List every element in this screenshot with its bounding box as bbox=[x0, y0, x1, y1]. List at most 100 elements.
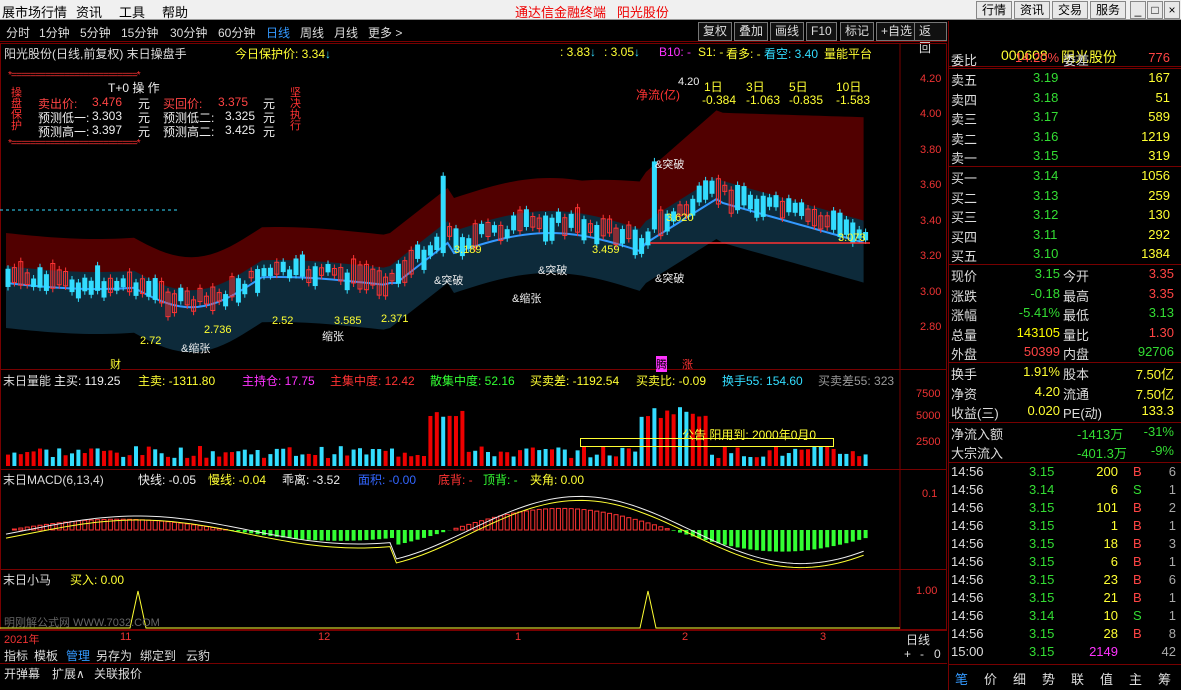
bid-label: 买五 bbox=[951, 249, 978, 264]
trade-button[interactable]: 交易 bbox=[1052, 1, 1088, 19]
candle-body bbox=[287, 269, 293, 279]
tab-related-quote[interactable]: 关联报价 bbox=[94, 665, 142, 682]
tab-indicator[interactable]: 指标 bbox=[4, 647, 28, 664]
stat-label: 最高 bbox=[1063, 288, 1090, 304]
weicha-value: 776 bbox=[1148, 50, 1170, 65]
annotation-cai: 财 bbox=[110, 356, 121, 372]
f10-button[interactable]: F10 bbox=[806, 22, 837, 41]
volume-bar bbox=[722, 446, 727, 466]
menu-market[interactable]: 展市场行情 bbox=[2, 2, 67, 21]
zoom-in-button[interactable]: + bbox=[904, 647, 911, 661]
period-30min[interactable]: 30分钟 bbox=[170, 24, 207, 41]
bid-row[interactable]: 买二 3.13 259 bbox=[949, 187, 1181, 206]
bid-row[interactable]: 买三 3.12 130 bbox=[949, 206, 1181, 225]
volume-bar bbox=[530, 447, 535, 466]
candle-body bbox=[280, 261, 286, 273]
tab-expand[interactable]: 扩展∧ bbox=[52, 665, 85, 682]
stat-value: -0.18 bbox=[1030, 285, 1060, 301]
period-daily[interactable]: 日线 bbox=[266, 24, 290, 41]
menu-bar: 展市场行情 资讯 工具 帮助 通达信金融终端 阳光股份 行情 资讯 交易 服务 … bbox=[0, 0, 1181, 20]
tick-time: 14:56 bbox=[951, 464, 984, 479]
ask-row[interactable]: 卖一 3.15 319 bbox=[949, 147, 1181, 166]
close-icon[interactable]: × bbox=[1164, 1, 1180, 19]
quote-tab[interactable]: 筹 bbox=[1158, 669, 1171, 688]
ask-row[interactable]: 卖二 3.16 1219 bbox=[949, 128, 1181, 147]
price-axis-label: 3.60 bbox=[920, 179, 942, 191]
draw-button[interactable]: 画线 bbox=[770, 22, 805, 41]
macd-bar bbox=[171, 521, 177, 531]
tab-danmu[interactable]: 开弹幕 bbox=[4, 665, 40, 682]
tab-manage[interactable]: 管理 bbox=[66, 647, 90, 664]
ask-row[interactable]: 卖四 3.18 51 bbox=[949, 89, 1181, 108]
volume-bar bbox=[626, 448, 631, 466]
tab-cloud[interactable]: 云豹 bbox=[186, 647, 210, 664]
tick-price: 3.15 bbox=[1029, 554, 1055, 569]
quote-tab[interactable]: 势 bbox=[1042, 669, 1055, 688]
period-timeshare[interactable]: 分时 bbox=[6, 24, 30, 41]
macd-bar bbox=[498, 515, 504, 531]
zoom-reset-button[interactable]: 0 bbox=[934, 647, 941, 661]
volume-bar bbox=[774, 446, 778, 466]
macd-bar bbox=[530, 509, 536, 531]
tick-time: 14:56 bbox=[951, 626, 984, 641]
macd-bar bbox=[191, 524, 197, 531]
macd-bar bbox=[203, 526, 209, 531]
overlay-button[interactable]: 叠加 bbox=[734, 22, 769, 41]
price-axis-label: 3.40 bbox=[920, 215, 942, 227]
ask-row[interactable]: 卖五 3.19 167 bbox=[949, 69, 1181, 88]
menu-help[interactable]: 帮助 bbox=[162, 2, 188, 21]
candle-body bbox=[504, 229, 510, 239]
candle-body bbox=[831, 210, 837, 230]
bid-row[interactable]: 买一 3.14 1056 bbox=[949, 167, 1181, 186]
quote-tab[interactable]: 笔 bbox=[955, 669, 968, 688]
menu-tools[interactable]: 工具 bbox=[119, 2, 145, 21]
service-button[interactable]: 服务 bbox=[1090, 1, 1126, 19]
quote-tab[interactable]: 主 bbox=[1129, 669, 1142, 688]
quote-tabs: 笔价细势联值主筹 bbox=[949, 664, 1181, 690]
bid-row[interactable]: 买四 3.11 292 bbox=[949, 226, 1181, 245]
quote-tab[interactable]: 细 bbox=[1013, 669, 1026, 688]
period-1min[interactable]: 1分钟 bbox=[39, 24, 70, 41]
maximize-icon[interactable]: □ bbox=[1147, 1, 1163, 19]
quote-tab[interactable]: 联 bbox=[1071, 669, 1084, 688]
quote-tab[interactable]: 价 bbox=[984, 669, 997, 688]
menu-news[interactable]: 资讯 bbox=[76, 2, 102, 21]
macd-bar bbox=[626, 517, 632, 531]
quote-tab[interactable]: 值 bbox=[1100, 669, 1113, 688]
candle-body bbox=[242, 283, 248, 295]
volume-bar bbox=[345, 455, 350, 466]
tab-template[interactable]: 模板 bbox=[34, 647, 58, 664]
back-button[interactable]: 返回 bbox=[914, 22, 947, 55]
bid-row[interactable]: 买五 3.10 1384 bbox=[949, 245, 1181, 264]
macd-fast: 快线: -0.05 bbox=[138, 473, 197, 487]
period-monthly[interactable]: 月线 bbox=[334, 24, 358, 41]
add-favorite-button[interactable]: +自选 bbox=[876, 22, 918, 41]
stat-value: 0.020 bbox=[1027, 403, 1060, 418]
quote-button[interactable]: 行情 bbox=[976, 1, 1012, 19]
news-button[interactable]: 资讯 bbox=[1014, 1, 1050, 19]
minimize-icon[interactable]: _ bbox=[1130, 1, 1146, 19]
period-5min[interactable]: 5分钟 bbox=[80, 24, 111, 41]
stat-label: 今开 bbox=[1063, 269, 1090, 284]
zoom-out-button[interactable]: - bbox=[920, 647, 924, 661]
period-weekly[interactable]: 周线 bbox=[300, 24, 324, 41]
mark-button[interactable]: 标记 bbox=[840, 22, 875, 41]
adjust-button[interactable]: 复权 bbox=[698, 22, 733, 41]
volume-bar bbox=[422, 456, 426, 466]
weibi-row: 委比 14.20% 委差 776 bbox=[949, 49, 1181, 68]
t0-sell-value: 3.476 bbox=[92, 95, 123, 109]
ask-row[interactable]: 卖三 3.17 589 bbox=[949, 108, 1181, 127]
tab-bind-to[interactable]: 绑定到 bbox=[140, 647, 176, 664]
candle-body bbox=[133, 282, 139, 296]
stat-label: 收益(三) bbox=[951, 406, 999, 421]
ask-price: 3.18 bbox=[1033, 89, 1059, 105]
vol-axis-label: 5000 bbox=[916, 410, 941, 422]
period-more[interactable]: 更多 > bbox=[368, 24, 402, 41]
macd-bar bbox=[300, 530, 305, 540]
volume-bar bbox=[76, 449, 81, 466]
period-60min[interactable]: 60分钟 bbox=[218, 24, 255, 41]
flow-value-1d: -0.384 bbox=[702, 93, 737, 107]
tab-save-as[interactable]: 另存为 bbox=[96, 647, 132, 664]
volume-bar bbox=[486, 451, 490, 466]
period-15min[interactable]: 15分钟 bbox=[121, 24, 158, 41]
